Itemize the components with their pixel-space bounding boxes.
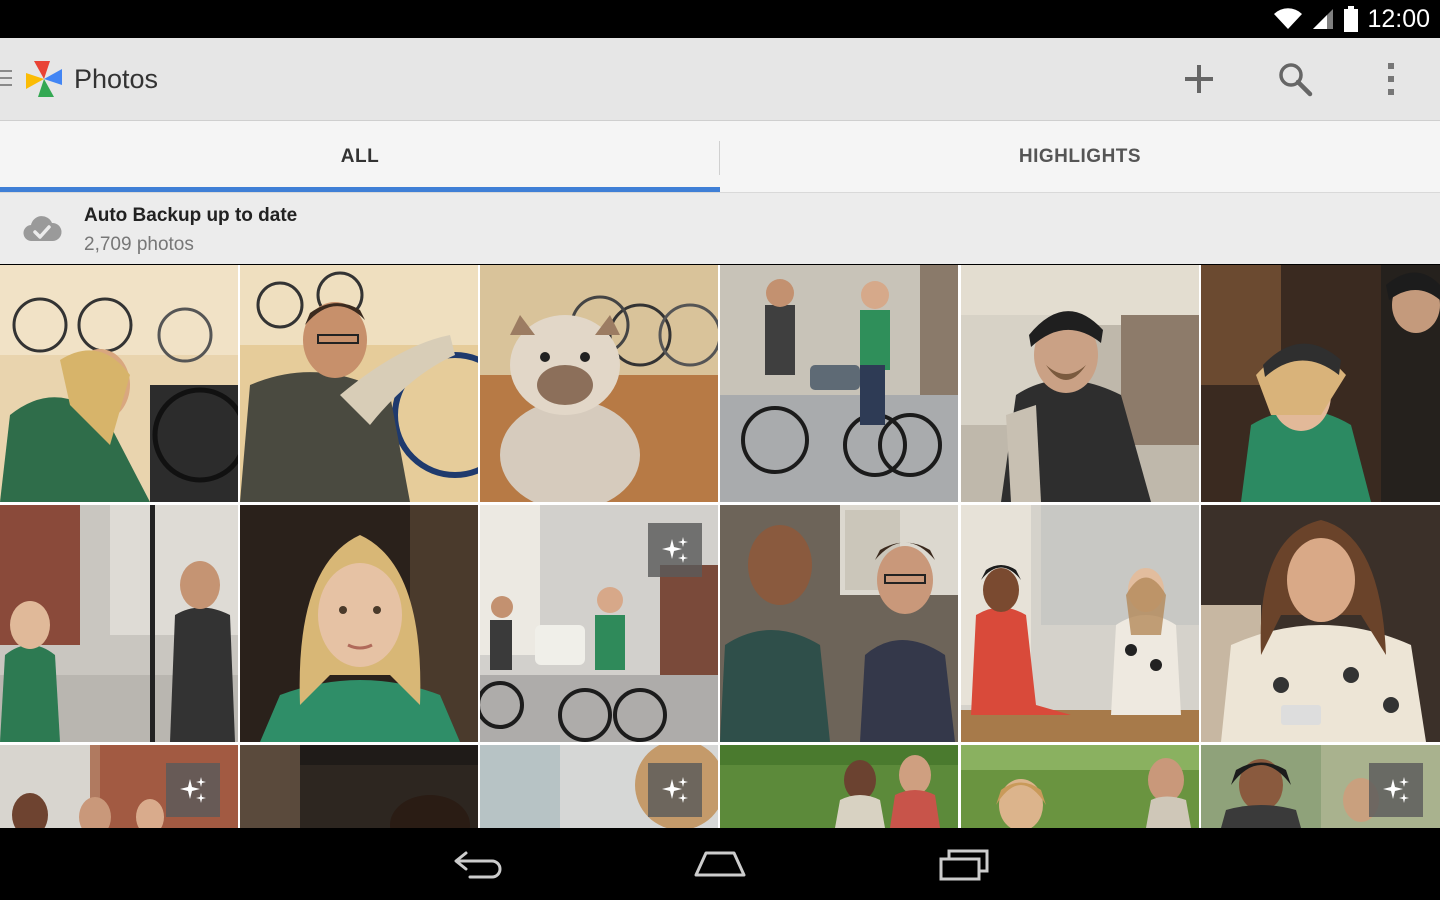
photo-bulldog[interactable]	[480, 265, 718, 502]
add-button[interactable]	[1176, 56, 1222, 102]
tab-all-label: ALL	[340, 145, 380, 167]
overflow-menu-icon	[1388, 63, 1394, 95]
status-icons: 12:00	[1273, 4, 1430, 34]
photo-women-cafe[interactable]	[961, 505, 1199, 742]
sparkle-icon	[662, 777, 688, 803]
tab-highlights-label: HIGHLIGHTS	[1018, 145, 1142, 167]
status-bar: 12:00	[0, 0, 1440, 38]
photo-blonde-portrait[interactable]	[240, 505, 478, 742]
wifi-icon	[1274, 8, 1303, 30]
photo-cyclists-street[interactable]	[480, 505, 718, 742]
photo-woman-curly-hair[interactable]	[480, 745, 718, 828]
navigation-bar	[0, 828, 1440, 900]
search-button[interactable]	[1272, 56, 1318, 102]
photo-two-men-cafe[interactable]	[720, 505, 958, 742]
photo-grid	[0, 265, 1440, 828]
auto-awesome-badge	[166, 763, 220, 817]
clock: 12:00	[1367, 4, 1430, 33]
photo-friends-outdoor[interactable]	[1201, 745, 1440, 828]
backup-status[interactable]: Auto Backup up to date 2,709 photos	[0, 193, 1440, 264]
photo-woman-doorway[interactable]	[240, 745, 478, 828]
back-icon	[454, 851, 502, 879]
photo-friends-park[interactable]	[720, 745, 958, 828]
app-title: Photos	[74, 64, 159, 94]
auto-awesome-badge	[1369, 763, 1423, 817]
photo-couple-helmet[interactable]	[1201, 265, 1440, 502]
tab-all[interactable]: ALL	[0, 121, 720, 192]
tab-bar: ALL HIGHLIGHTS	[0, 121, 1440, 193]
photo-woman-phone[interactable]	[1201, 505, 1440, 742]
sparkle-icon	[180, 777, 206, 803]
cloud-done-icon	[23, 216, 62, 242]
auto-awesome-badge	[648, 763, 702, 817]
app-bar: Photos	[0, 38, 1440, 121]
overflow-menu-button[interactable]	[1368, 56, 1414, 102]
backup-count: 2,709 photos	[84, 234, 194, 255]
battery-icon	[1344, 6, 1359, 32]
backup-title: Auto Backup up to date	[84, 205, 298, 226]
home-button[interactable]	[680, 840, 760, 888]
sparkle-icon	[1383, 777, 1409, 803]
tab-highlights[interactable]: HIGHLIGHTS	[720, 121, 1440, 192]
auto-awesome-badge	[648, 523, 702, 577]
drawer-icon[interactable]	[0, 70, 12, 88]
home-icon	[694, 851, 746, 877]
recents-icon	[939, 849, 989, 881]
photo-friends-street[interactable]	[0, 745, 238, 828]
recents-button[interactable]	[924, 840, 1004, 888]
add-icon	[1185, 65, 1213, 93]
photo-couple-park[interactable]	[961, 745, 1199, 828]
photo-couple-cycling[interactable]	[720, 265, 958, 502]
cell-signal-icon	[1313, 9, 1334, 29]
back-button[interactable]	[438, 840, 518, 888]
sparkle-icon	[662, 537, 688, 563]
photo-man-with-bike[interactable]	[240, 265, 478, 502]
search-icon	[1279, 63, 1313, 97]
photo-man-with-helmet[interactable]	[961, 265, 1199, 502]
photo-couple-street[interactable]	[0, 505, 238, 742]
tab-indicator	[0, 187, 720, 192]
photos-logo-icon[interactable]	[20, 55, 68, 103]
photo-woman-fixing-bike[interactable]	[0, 265, 238, 502]
